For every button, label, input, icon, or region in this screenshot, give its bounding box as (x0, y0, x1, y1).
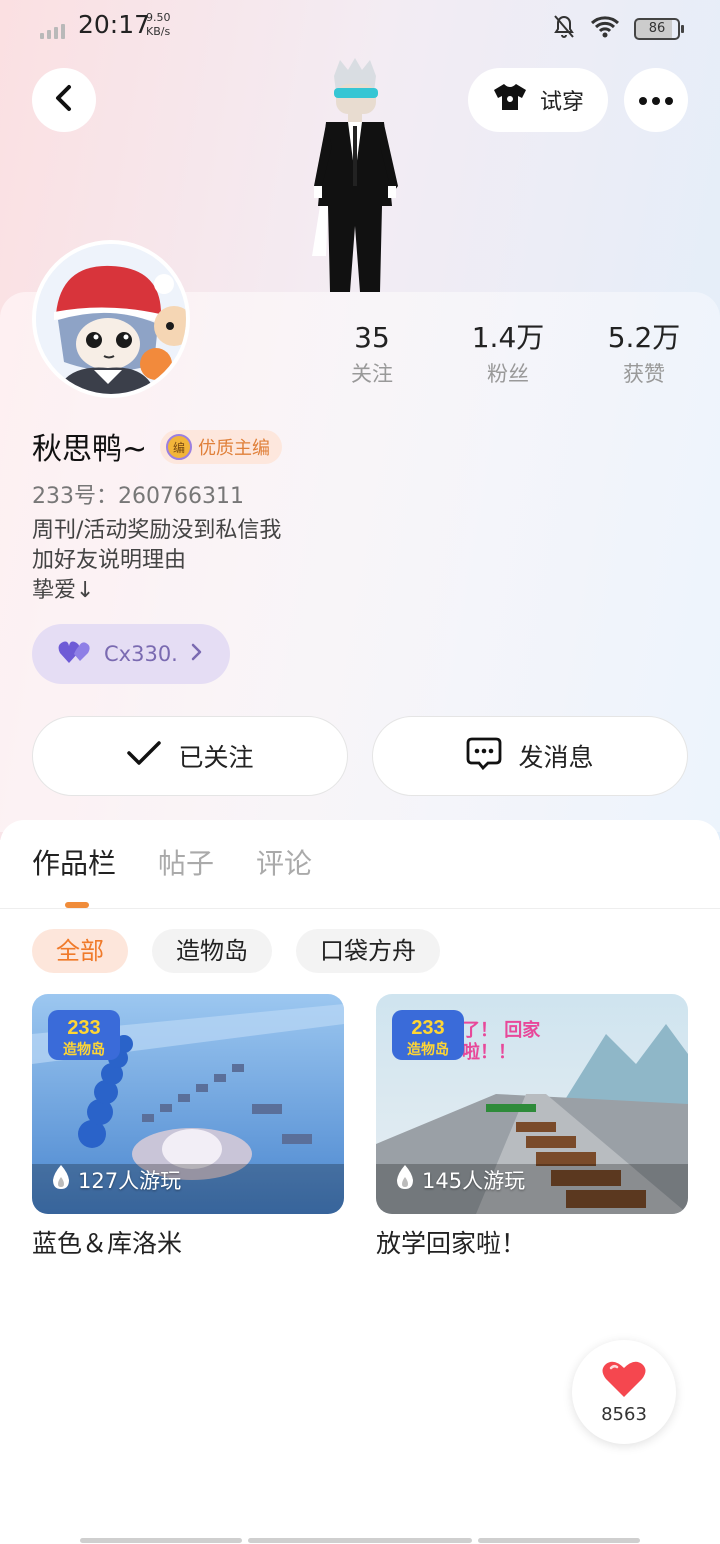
play-count: 145人游玩 (394, 1163, 525, 1196)
flame-icon (394, 1163, 416, 1196)
double-heart-icon (58, 639, 92, 670)
game-thumbnail[interactable]: 233 造物岛 127人游玩 (32, 994, 344, 1214)
filter-chips: 全部 造物岛 口袋方舟 (32, 929, 440, 973)
home-indicator (478, 1538, 640, 1543)
svg-text:啦！！: 啦！！ (462, 1041, 516, 1063)
game-card[interactable]: 233 造物岛 127人游玩 蓝色＆库洛米 (32, 994, 344, 1260)
tab-comments[interactable]: 评论 (256, 842, 312, 882)
stat-label: 粉丝 (487, 362, 529, 386)
bio-line: 加好友说明理由 (32, 548, 187, 573)
send-message-label: 发消息 (518, 743, 594, 772)
chat-bubble-icon (466, 736, 502, 776)
stat-followers[interactable]: 1.4万 粉丝 (448, 320, 568, 388)
game-card[interactable]: 了！ 回家 啦！！ 233 造物岛 145人游玩 放学回家啦！ (376, 994, 688, 1260)
bio-line: 周刊/活动奖励没到私信我 (32, 518, 282, 543)
try-on-button[interactable]: 试穿 (468, 68, 608, 132)
try-on-label: 试穿 (539, 90, 584, 115)
back-button[interactable] (32, 68, 96, 132)
following-button[interactable]: 已关注 (32, 716, 348, 796)
play-count-label: 127人游玩 (78, 1168, 182, 1193)
network-speed: 9.50 KB/s (146, 11, 171, 38)
filter-pocket-ark[interactable]: 口袋方舟 (296, 929, 440, 973)
stat-value: 5.2万 (607, 321, 681, 354)
cp-name: Cx330. (104, 642, 178, 666)
send-message-button[interactable]: 发消息 (372, 716, 688, 796)
tabs-divider (0, 908, 720, 909)
avatar[interactable] (32, 240, 190, 398)
character-avatar-figure[interactable] (300, 56, 410, 296)
stat-likes[interactable]: 5.2万 获赞 (584, 320, 704, 388)
home-indicator (80, 1538, 242, 1543)
following-label: 已关注 (178, 743, 254, 772)
signal-icon (40, 24, 65, 39)
tshirt-icon (492, 82, 528, 118)
svg-text:233: 233 (411, 1017, 444, 1039)
home-indicator (248, 1538, 472, 1543)
quality-editor-badge[interactable]: 编 优质主编 (160, 430, 282, 464)
status-bar: 20:17 9.50 KB/s 86 (0, 0, 720, 56)
stat-following[interactable]: 35 关注 (312, 320, 432, 388)
filter-all[interactable]: 全部 (32, 929, 128, 973)
wifi-icon (590, 15, 620, 43)
play-count: 127人游玩 (50, 1163, 181, 1196)
check-icon (126, 740, 162, 772)
heart-icon (601, 1359, 647, 1404)
chevron-right-icon (190, 642, 202, 666)
chevron-left-icon (53, 84, 75, 116)
editor-badge-icon: 编 (166, 434, 192, 460)
profile-bio: 周刊/活动奖励没到私信我 加好友说明理由 挚爱↓ (32, 516, 281, 606)
like-button[interactable]: 8563 (572, 1340, 676, 1444)
flame-icon (50, 1163, 72, 1196)
stat-value: 1.4万 (471, 321, 545, 354)
profile-name: 秋思鸭~ (32, 432, 148, 467)
stat-label: 关注 (351, 362, 393, 386)
status-time: 20:17 (78, 10, 151, 39)
game-thumbnail[interactable]: 了！ 回家 啦！！ 233 造物岛 145人游玩 (376, 994, 688, 1214)
more-dots-icon (638, 91, 674, 110)
badge-label: 优质主编 (198, 438, 270, 459)
bio-line: 挚爱↓ (32, 578, 95, 603)
tab-works[interactable]: 作品栏 (32, 842, 116, 882)
stat-label: 获赞 (623, 362, 665, 386)
svg-text:了！ 回家: 了！ 回家 (462, 1019, 541, 1041)
like-count: 8563 (601, 1404, 647, 1425)
tab-posts[interactable]: 帖子 (158, 842, 214, 882)
user-id: 233号：260766311 (32, 484, 244, 509)
more-button[interactable] (624, 68, 688, 132)
game-title[interactable]: 蓝色＆库洛米 (32, 1224, 344, 1260)
svg-text:造物岛: 造物岛 (407, 1041, 449, 1058)
svg-text:造物岛: 造物岛 (63, 1041, 105, 1058)
profile-tabs: 作品栏 帖子 评论 (32, 842, 312, 882)
stat-value: 35 (354, 321, 390, 354)
svg-text:233: 233 (67, 1017, 100, 1039)
battery-indicator: 86 (634, 18, 684, 40)
game-title[interactable]: 放学回家啦！ (376, 1224, 688, 1260)
mute-icon (552, 14, 576, 44)
filter-creation-island[interactable]: 造物岛 (152, 929, 272, 973)
play-count-label: 145人游玩 (422, 1168, 526, 1193)
cp-relation-chip[interactable]: Cx330. (32, 624, 230, 684)
